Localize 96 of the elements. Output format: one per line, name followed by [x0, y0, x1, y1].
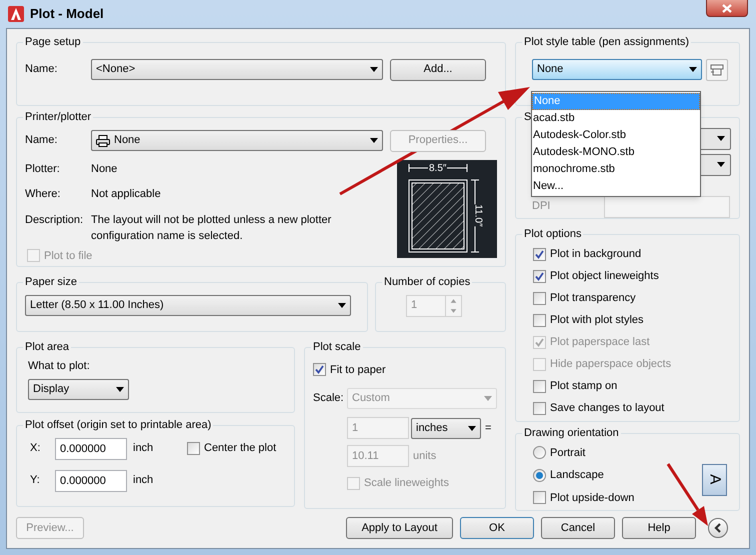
plotter-icon	[710, 64, 724, 76]
checkbox-label: Plot upside-down	[550, 490, 634, 506]
unit-dropdown[interactable]: inches	[411, 418, 481, 438]
add-button[interactable]: Add...	[390, 58, 486, 80]
checkmark-icon	[535, 272, 544, 280]
checkbox-label: Save changes to layout	[550, 400, 664, 416]
group-title: Drawing orientation	[523, 426, 620, 441]
checkbox[interactable]	[533, 314, 546, 326]
field-label: Scale:	[313, 391, 345, 406]
dropdown[interactable]: None	[91, 130, 383, 151]
group-title: Printer/plotter	[24, 110, 92, 125]
input-field[interactable]	[604, 196, 730, 218]
equals-sign: =	[485, 420, 492, 436]
dropdown[interactable]: <None>	[91, 59, 383, 80]
dropdown-option[interactable]: Autodesk-MONO.stb	[532, 144, 700, 161]
group-title: S	[523, 110, 532, 125]
caret-icon	[370, 67, 378, 72]
radio-label: Portrait	[550, 446, 586, 460]
caret-icon	[717, 136, 725, 141]
info-label: Where:	[25, 187, 62, 202]
group-title: Plot options	[523, 227, 582, 242]
collapse-button[interactable]	[708, 518, 728, 538]
checkbox-label: Plot paperspace last	[550, 334, 650, 350]
info-label: Description:	[25, 212, 84, 228]
checkbox[interactable]	[533, 380, 546, 392]
close-icon	[722, 4, 732, 12]
dropdown-option[interactable]: acad.stb	[532, 110, 700, 127]
checkbox[interactable]	[533, 402, 546, 414]
chevron-left-icon	[714, 523, 722, 533]
group-title: Number of copies	[383, 275, 472, 290]
field-label: What to plot:	[28, 358, 91, 374]
close-button[interactable]	[706, 0, 748, 17]
edit-style-button[interactable]	[706, 58, 728, 80]
group-title: Plot offset (origin set to printable area)	[24, 418, 212, 433]
ok-button[interactable]: OK	[460, 517, 534, 539]
checkbox[interactable]	[533, 248, 546, 260]
caret-icon	[338, 302, 346, 308]
dropdown-option[interactable]: New...	[532, 178, 700, 195]
unit-label: inch	[133, 441, 154, 456]
app-logo-icon	[8, 6, 24, 22]
input-field[interactable]: 0.000000	[55, 438, 127, 460]
info-value: The layout will not be plotted unless a new plotter configuration name is selected.	[91, 212, 332, 244]
checkbox-label: Plot in background	[550, 246, 642, 262]
checkbox-label: Plot with plot styles	[550, 312, 644, 328]
dropdown-option[interactable]: monochrome.stb	[532, 161, 700, 178]
checkbox-label: Center the plot	[204, 441, 276, 456]
checkbox-label: Plot to file	[44, 248, 92, 264]
checkbox[interactable]	[187, 442, 200, 455]
radio-button[interactable]	[533, 468, 546, 482]
checkmark-icon	[315, 365, 324, 374]
checkbox[interactable]	[313, 363, 326, 376]
info-value: None	[91, 162, 118, 176]
help-button[interactable]: Help	[622, 517, 696, 539]
radio-label: Landscape	[550, 468, 604, 483]
input-field[interactable]: 0.000000	[55, 470, 127, 492]
caret-icon	[689, 67, 697, 72]
caret-icon	[116, 387, 124, 392]
checkmark-icon	[535, 338, 544, 346]
caret-icon	[484, 396, 492, 401]
checkbox-label: Fit to paper	[330, 362, 386, 378]
group-title: Plot scale	[312, 340, 362, 355]
group-title: Plot style table (pen assignments)	[523, 35, 690, 50]
page-letter: A	[706, 474, 725, 484]
group-title: Paper size	[24, 275, 78, 290]
apply-button[interactable]: Apply to Layout	[346, 517, 453, 539]
window-title: Plot - Model	[30, 5, 104, 24]
cancel-button[interactable]: Cancel	[541, 517, 615, 539]
info-label: Plotter:	[25, 162, 61, 176]
checkbox[interactable]	[533, 292, 546, 304]
dropdown[interactable]: Letter (8.50 x 11.00 Inches)	[25, 294, 351, 316]
caret-icon	[370, 138, 378, 143]
field-label: Name:	[25, 133, 58, 148]
caret-icon	[717, 162, 725, 167]
checkbox[interactable]	[533, 270, 546, 282]
field-label: Name:	[25, 62, 58, 78]
group-title: Plot area	[24, 340, 70, 355]
group-title: Page setup	[24, 35, 82, 50]
field-label: DPI	[532, 199, 552, 214]
caret-icon	[468, 426, 476, 430]
unit-label: inch	[133, 473, 154, 488]
dropdown-option[interactable]: Autodesk-Color.stb	[532, 127, 700, 144]
checkbox-label: Scale lineweights	[364, 476, 449, 491]
checkbox-label: Plot stamp on	[550, 378, 618, 394]
checkbox-label: Plot transparency	[550, 290, 636, 306]
dropdown[interactable]: Display	[28, 379, 129, 400]
field-label: Y:	[30, 473, 41, 488]
checkmark-icon	[535, 250, 544, 258]
radio-button[interactable]	[533, 446, 546, 460]
info-value: Not applicable	[91, 187, 162, 202]
checkbox[interactable]	[533, 491, 546, 504]
plot-style-dropdown[interactable]: None	[532, 59, 702, 80]
unit-label: units	[413, 448, 436, 464]
checkbox-label: Hide paperspace objects	[550, 356, 672, 372]
field-label: X:	[30, 441, 42, 456]
checkbox-label: Plot object lineweights	[550, 268, 659, 284]
printer-icon	[96, 134, 110, 146]
